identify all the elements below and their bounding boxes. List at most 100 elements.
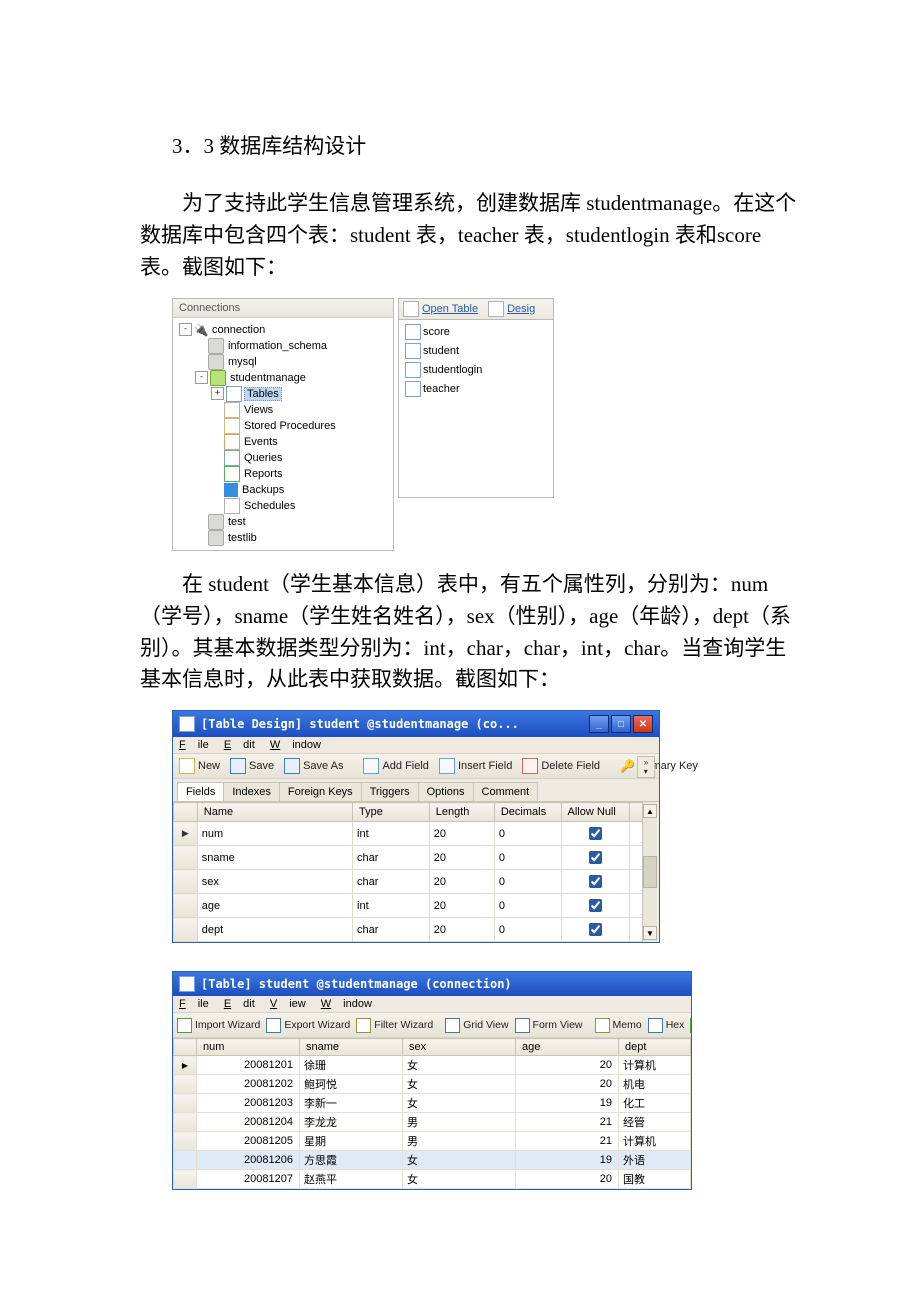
table-list-item[interactable]: studentlogin — [401, 362, 551, 378]
data-row[interactable]: ▶20081201徐珊女20计算机 — [174, 1056, 691, 1075]
tree-item[interactable]: information_schema — [175, 338, 391, 354]
cell-dept[interactable]: 机电 — [619, 1075, 691, 1094]
col-length[interactable]: Length — [429, 803, 494, 822]
cell-length[interactable]: 20 — [429, 894, 494, 918]
data-row[interactable]: 20081204李龙龙男21经管 — [174, 1113, 691, 1132]
cell-name[interactable]: num — [197, 822, 352, 846]
collapse-icon[interactable]: - — [179, 323, 192, 336]
save-as-button[interactable]: Save As — [284, 758, 343, 774]
menu-window[interactable]: Window — [321, 998, 372, 1010]
tree-item[interactable]: Events — [175, 434, 391, 450]
cell-sex[interactable]: 女 — [403, 1151, 516, 1170]
cell-allow-null[interactable] — [561, 822, 629, 846]
data-grid[interactable]: num sname sex age dept ▶20081201徐珊女20计算机… — [173, 1038, 691, 1189]
menu-bar[interactable]: File Edit Window — [173, 737, 659, 753]
cell-sname[interactable]: 李龙龙 — [300, 1113, 403, 1132]
filter-wizard-button[interactable]: Filter Wizard — [356, 1018, 433, 1033]
cell-sex[interactable]: 女 — [403, 1056, 516, 1075]
tab-foreign-keys[interactable]: Foreign Keys — [279, 782, 362, 801]
cell-name[interactable]: sex — [197, 870, 352, 894]
allow-null-checkbox[interactable] — [589, 827, 602, 840]
data-row[interactable]: 20081206方思霞女19外语 — [174, 1151, 691, 1170]
save-button[interactable]: Save — [230, 758, 274, 774]
field-row[interactable]: deptchar200 — [174, 918, 643, 942]
menu-window[interactable]: Window — [270, 739, 321, 751]
cell-decimals[interactable]: 0 — [494, 846, 561, 870]
col-type[interactable]: Type — [353, 803, 430, 822]
cell-sname[interactable]: 李新一 — [300, 1094, 403, 1113]
cell-length[interactable]: 20 — [429, 822, 494, 846]
cell-name[interactable]: sname — [197, 846, 352, 870]
cell-dept[interactable]: 计算机 — [619, 1056, 691, 1075]
expand-icon[interactable]: + — [211, 387, 224, 400]
cell-sex[interactable]: 男 — [403, 1113, 516, 1132]
cell-sname[interactable]: 徐珊 — [300, 1056, 403, 1075]
data-row[interactable]: 20081203李新一女19化工 — [174, 1094, 691, 1113]
tree-item[interactable]: testlib — [175, 530, 391, 546]
cell-length[interactable]: 20 — [429, 846, 494, 870]
data-row[interactable]: 20081207赵燕平女20国教 — [174, 1170, 691, 1189]
cell-age[interactable]: 20 — [516, 1170, 619, 1189]
cell-sex[interactable]: 女 — [403, 1170, 516, 1189]
tab-fields[interactable]: Fields — [177, 782, 224, 801]
scroll-thumb[interactable] — [643, 856, 657, 888]
cell-dept[interactable]: 国教 — [619, 1170, 691, 1189]
table-list-item[interactable]: student — [401, 343, 551, 359]
cell-age[interactable]: 19 — [516, 1151, 619, 1170]
allow-null-checkbox[interactable] — [589, 875, 602, 888]
tree-item[interactable]: Queries — [175, 450, 391, 466]
tables-list[interactable]: scorestudentstudentloginteacher — [398, 320, 554, 498]
cell-num[interactable]: 20081203 — [197, 1094, 300, 1113]
cell-age[interactable]: 21 — [516, 1113, 619, 1132]
cell-name[interactable]: age — [197, 894, 352, 918]
import-wizard-button[interactable]: Import Wizard — [177, 1018, 260, 1033]
cell-num[interactable]: 20081205 — [197, 1132, 300, 1151]
tab-options[interactable]: Options — [418, 782, 474, 801]
cell-sex[interactable]: 女 — [403, 1094, 516, 1113]
cell-type[interactable]: int — [353, 822, 430, 846]
col-num[interactable]: num — [197, 1039, 300, 1056]
tree-item[interactable]: +Tables — [175, 386, 391, 402]
open-table-button[interactable]: Open Table — [403, 301, 478, 317]
scroll-up-icon[interactable]: ▲ — [643, 804, 657, 818]
cell-age[interactable]: 21 — [516, 1132, 619, 1151]
cell-name[interactable]: dept — [197, 918, 352, 942]
menu-edit[interactable]: Edit — [224, 739, 255, 751]
cell-sname[interactable]: 赵燕平 — [300, 1170, 403, 1189]
cell-dept[interactable]: 外语 — [619, 1151, 691, 1170]
tree-item[interactable]: test — [175, 514, 391, 530]
cell-dept[interactable]: 化工 — [619, 1094, 691, 1113]
cell-allow-null[interactable] — [561, 894, 629, 918]
cell-num[interactable]: 20081202 — [197, 1075, 300, 1094]
cell-type[interactable]: char — [353, 870, 430, 894]
cell-num[interactable]: 20081206 — [197, 1151, 300, 1170]
menu-file[interactable]: File — [179, 739, 209, 751]
data-row[interactable]: 20081202鲍珂悦女20机电 — [174, 1075, 691, 1094]
cell-age[interactable]: 20 — [516, 1075, 619, 1094]
fields-grid[interactable]: Name Type Length Decimals Allow Null ▶nu… — [173, 802, 643, 942]
tree-item[interactable]: Backups — [175, 482, 391, 498]
cell-num[interactable]: 20081204 — [197, 1113, 300, 1132]
export-wizard-button[interactable]: Export Wizard — [266, 1018, 350, 1033]
cell-sname[interactable]: 方思霞 — [300, 1151, 403, 1170]
scroll-down-icon[interactable]: ▼ — [643, 926, 657, 940]
connections-tree[interactable]: -🔌connectioninformation_schemamysql-stud… — [173, 318, 393, 550]
col-age[interactable]: age — [516, 1039, 619, 1056]
col-sname[interactable]: sname — [300, 1039, 403, 1056]
cell-num[interactable]: 20081201 — [197, 1056, 300, 1075]
tab-comment[interactable]: Comment — [473, 782, 539, 801]
menu-edit[interactable]: Edit — [224, 998, 255, 1010]
cell-dept[interactable]: 计算机 — [619, 1132, 691, 1151]
tree-item[interactable]: -studentmanage — [175, 370, 391, 386]
add-field-button[interactable]: Add Field — [363, 758, 428, 774]
data-row[interactable]: 20081205星期男21计算机 — [174, 1132, 691, 1151]
allow-null-checkbox[interactable] — [589, 851, 602, 864]
table-list-item[interactable]: score — [401, 324, 551, 340]
field-row[interactable]: sexchar200 — [174, 870, 643, 894]
cell-decimals[interactable]: 0 — [494, 894, 561, 918]
allow-null-checkbox[interactable] — [589, 899, 602, 912]
menu-view[interactable]: View — [270, 998, 306, 1010]
form-view-button[interactable]: Form View — [515, 1018, 583, 1033]
cell-decimals[interactable]: 0 — [494, 870, 561, 894]
allow-null-checkbox[interactable] — [589, 923, 602, 936]
